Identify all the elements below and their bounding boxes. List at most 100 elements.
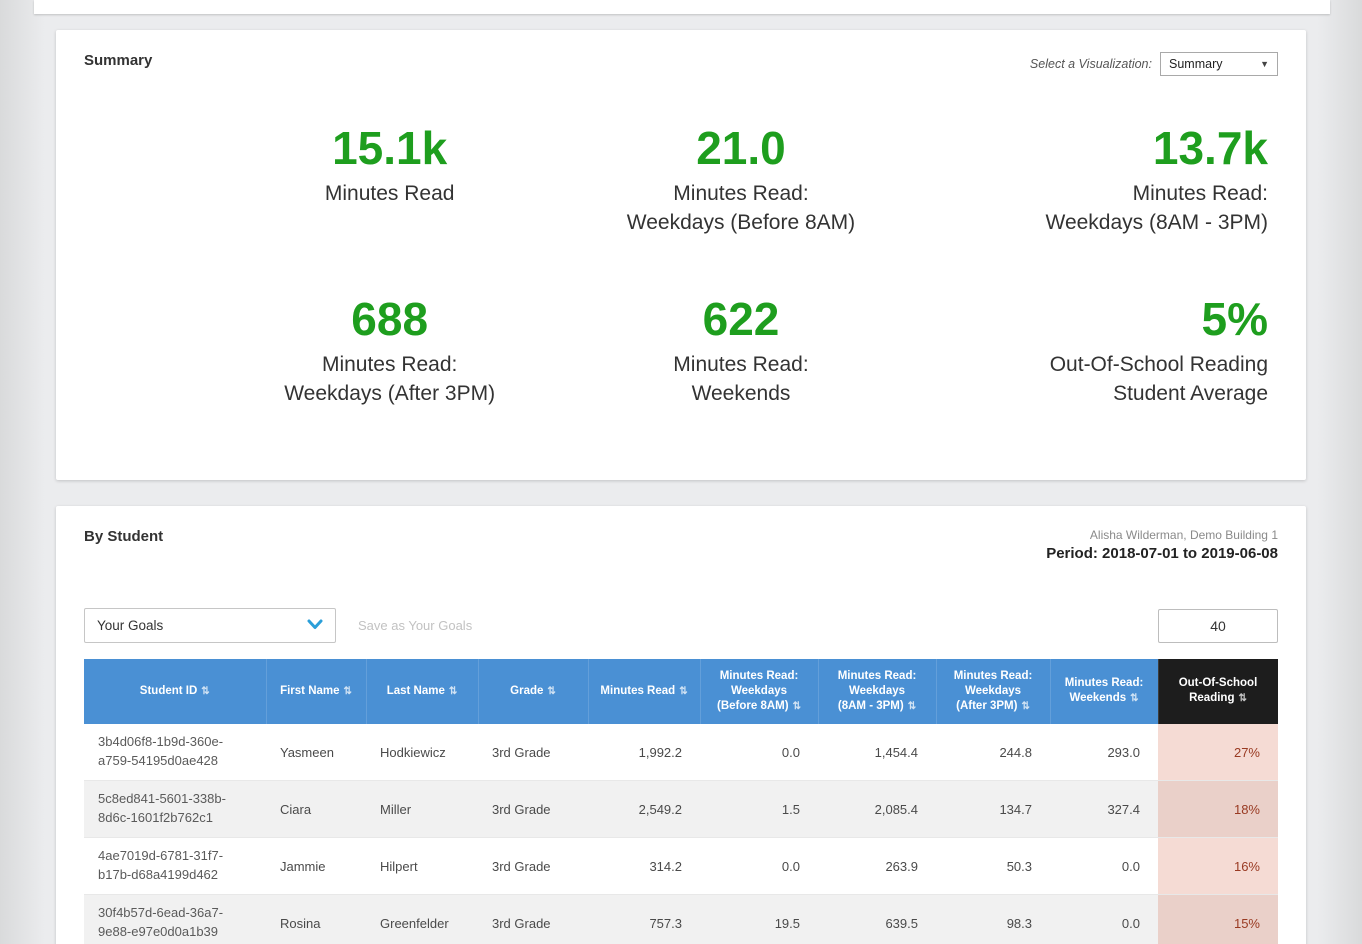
- cell-minutes-read-weekdays-after-3pm: 50.3: [936, 837, 1050, 896]
- cell-first-name: Rosina: [266, 894, 366, 944]
- cell-first-name: Jammie: [266, 837, 366, 896]
- cell-minutes-read-weekdays-8am-3pm: 2,085.4: [818, 780, 936, 839]
- summary-card: Summary Select a Visualization: Summary …: [56, 30, 1306, 480]
- column-header-label: Minutes Read: Weekdays (Before 8AM): [717, 670, 799, 712]
- summary-title: Summary: [84, 52, 153, 69]
- stat-minutes-read-before-8am: 21.0 Minutes Read: Weekdays (Before 8AM): [565, 124, 916, 237]
- save-as-goals-button[interactable]: Save as Your Goals: [358, 618, 472, 633]
- column-header-label: Minutes Read: Weekdays (8AM - 3PM): [837, 670, 917, 712]
- cell-student-id: 3b4d06f8-1b9d-360e-a759-54195d0ae428: [84, 723, 266, 782]
- stat-minutes-read-weekends: 622 Minutes Read: Weekends: [565, 295, 916, 408]
- cell-minutes-read-weekdays-after-3pm: 98.3: [936, 894, 1050, 944]
- goals-select[interactable]: Your Goals: [84, 608, 336, 643]
- column-header-out-of-school-reading[interactable]: Out-Of-School Reading ⇅: [1158, 659, 1279, 724]
- cell-minutes-read-weekdays-8am-3pm: 639.5: [818, 894, 936, 944]
- column-header-label: Last Name: [386, 684, 445, 697]
- stat-out-of-school-average: 5% Out-Of-School Reading Student Average: [917, 295, 1268, 408]
- stat-value: 15.1k: [332, 122, 448, 174]
- stat-label: Minutes Read: Weekdays (Before 8AM): [626, 182, 856, 234]
- visualization-select[interactable]: Summary ▼: [1160, 52, 1278, 76]
- stat-value: 622: [702, 292, 780, 345]
- cell-out-of-school-reading: 18%: [1158, 780, 1278, 839]
- column-header-label: First Name: [280, 684, 340, 697]
- previous-card-edge: [34, 0, 1330, 14]
- column-header-minutes-read-weekends[interactable]: Minutes Read: Weekends ⇅: [1050, 659, 1159, 724]
- stat-label: Minutes Read: Weekends: [673, 353, 809, 405]
- sort-icon: ⇅: [1021, 700, 1030, 712]
- dropdown-caret-icon: ▼: [1260, 59, 1269, 69]
- summary-stats-grid: 15.1k Minutes Read 21.0 Minutes Read: We…: [84, 124, 1278, 438]
- report-period-block: Alisha Wilderman, Demo Building 1 Period…: [1046, 528, 1278, 562]
- cell-last-name: Hilpert: [366, 837, 478, 896]
- sort-icon: ⇅: [792, 700, 801, 712]
- goals-select-value: Your Goals: [97, 618, 164, 633]
- header-row: Student ID ⇅ First Name ⇅ Last Name ⇅ Grade ⇅ Mi…: [84, 659, 1279, 724]
- stat-minutes-read: 15.1k Minutes Read: [214, 124, 565, 237]
- sort-icon: ⇅: [547, 685, 556, 697]
- visualization-selector: Select a Visualization: Summary ▼: [1030, 52, 1278, 76]
- cell-last-name: Miller: [366, 780, 478, 839]
- column-header-last-name[interactable]: Last Name ⇅: [366, 659, 479, 724]
- cell-minutes-read-weekdays-after-3pm: 134.7: [936, 780, 1050, 839]
- cell-grade: 3rd Grade: [478, 894, 588, 944]
- students-table: Student ID ⇅ First Name ⇅ Last Name ⇅ Grade ⇅ Mi…: [84, 659, 1279, 944]
- column-header-minutes-read-weekdays-before-8am[interactable]: Minutes Read: Weekdays (Before 8AM) ⇅: [700, 659, 819, 724]
- cell-minutes-read: 1,992.2: [588, 723, 700, 782]
- cell-student-id: 5c8ed841-5601-338b-8d6c-1601f2b762c1: [84, 780, 266, 839]
- stat-minutes-read-after-3pm: 688 Minutes Read: Weekdays (After 3PM): [214, 295, 565, 408]
- cell-last-name: Greenfelder: [366, 894, 478, 944]
- sort-icon: ⇅: [343, 685, 352, 697]
- sort-icon: ⇅: [907, 700, 917, 712]
- table-row: 4ae7019d-6781-31f7-b17b-d68a4199d462 Jamm…: [84, 837, 1278, 896]
- sort-icon: ⇅: [679, 685, 688, 697]
- stat-value: 5%: [1201, 292, 1268, 345]
- stat-label: Minutes Read: Weekdays (8AM - 3PM): [1045, 182, 1269, 234]
- cell-first-name: Yasmeen: [266, 723, 366, 782]
- sort-icon: ⇅: [1238, 693, 1247, 705]
- summary-card-header: Summary Select a Visualization: Summary …: [84, 52, 1278, 76]
- visualization-selected-value: Summary: [1169, 57, 1223, 71]
- cell-minutes-read-weekends: 327.4: [1050, 780, 1158, 839]
- column-header-first-name[interactable]: First Name ⇅: [266, 659, 367, 724]
- by-student-title: By Student: [84, 528, 164, 545]
- visualization-label: Select a Visualization:: [1029, 57, 1152, 71]
- cell-minutes-read-weekdays-before-8am: 0.0: [700, 837, 818, 896]
- column-header-label: Minutes Read: [600, 684, 676, 697]
- column-header-student-id[interactable]: Student ID ⇅: [84, 659, 267, 724]
- by-student-card-header: By Student Alisha Wilderman, Demo Buildi…: [84, 528, 1278, 562]
- cell-minutes-read-weekdays-8am-3pm: 1,454.4: [818, 723, 936, 782]
- table-row: 5c8ed841-5601-338b-8d6c-1601f2b762c1 Ciar…: [84, 780, 1278, 839]
- students-table-head: Student ID ⇅ First Name ⇅ Last Name ⇅ Grade ⇅ Mi…: [84, 659, 1279, 724]
- cell-minutes-read-weekdays-after-3pm: 244.8: [936, 723, 1050, 782]
- cell-first-name: Ciara: [266, 780, 366, 839]
- column-header-minutes-read[interactable]: Minutes Read ⇅: [588, 659, 701, 724]
- column-header-label: Student ID: [139, 684, 198, 697]
- cell-grade: 3rd Grade: [478, 723, 588, 782]
- cell-last-name: Hodkiewicz: [366, 723, 478, 782]
- stat-value: 21.0: [696, 122, 786, 174]
- cell-minutes-read-weekdays-8am-3pm: 263.9: [818, 837, 936, 896]
- cell-student-id: 30f4b57d-6ead-36a7-9e88-e97e0d0a1b39: [84, 894, 266, 944]
- cell-out-of-school-reading: 27%: [1158, 723, 1278, 782]
- cell-grade: 3rd Grade: [478, 837, 588, 896]
- sort-icon: ⇅: [1130, 693, 1139, 705]
- cell-minutes-read-weekdays-before-8am: 1.5: [700, 780, 818, 839]
- column-header-grade[interactable]: Grade ⇅: [478, 659, 589, 724]
- cell-minutes-read-weekends: 293.0: [1050, 723, 1158, 782]
- column-header-minutes-read-weekdays-8am-3pm[interactable]: Minutes Read: Weekdays (8AM - 3PM) ⇅: [818, 659, 937, 724]
- stat-value: 688: [351, 292, 429, 345]
- cell-out-of-school-reading: 16%: [1158, 837, 1278, 896]
- goal-threshold-input[interactable]: [1158, 608, 1278, 643]
- cell-grade: 3rd Grade: [478, 780, 588, 839]
- chevron-down-icon: [307, 618, 323, 633]
- column-header-minutes-read-weekdays-after-3pm[interactable]: Minutes Read: Weekdays (After 3PM) ⇅: [936, 659, 1051, 724]
- sort-icon: ⇅: [448, 685, 458, 697]
- cell-minutes-read-weekends: 0.0: [1050, 837, 1158, 896]
- sort-icon: ⇅: [201, 685, 210, 697]
- cell-student-id: 4ae7019d-6781-31f7-b17b-d68a4199d462: [84, 837, 266, 896]
- stat-label: Minutes Read: [324, 182, 455, 206]
- cell-minutes-read-weekdays-before-8am: 19.5: [700, 894, 818, 944]
- cell-minutes-read-weekends: 0.0: [1050, 894, 1158, 944]
- stat-label: Out-Of-School Reading Student Average: [1049, 353, 1268, 405]
- cell-minutes-read-weekdays-before-8am: 0.0: [700, 723, 818, 782]
